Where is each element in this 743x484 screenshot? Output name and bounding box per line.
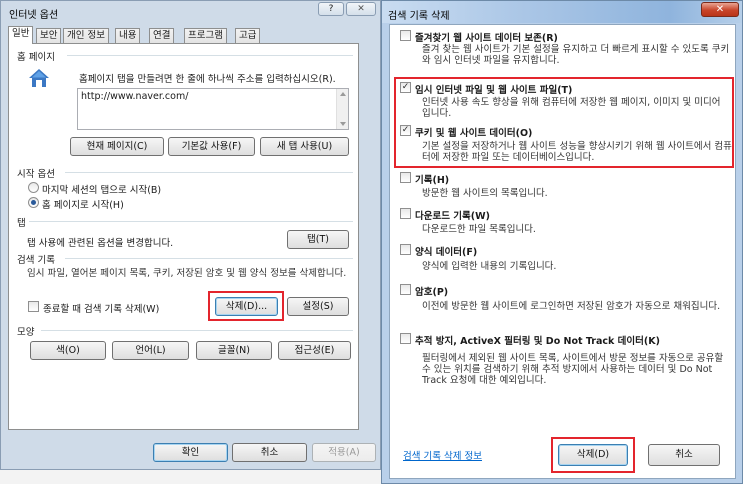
help-icon: ?	[328, 4, 334, 14]
dialog-title: 검색 기록 삭제	[388, 11, 450, 22]
form-data-description: 양식에 입력한 내용의 기록입니다.	[422, 261, 557, 272]
download-history-checkbox[interactable]	[400, 208, 411, 219]
tab-privacy[interactable]: 개인 정보	[63, 28, 109, 43]
start-with-home-radio[interactable]	[28, 197, 39, 208]
delete-on-exit-label[interactable]: 종료할 때 검색 기록 삭제(W)	[43, 301, 159, 315]
delete-on-exit-checkbox[interactable]	[28, 301, 39, 312]
dialog-title: 인터넷 옵션	[9, 10, 59, 21]
form-data-checkbox[interactable]	[400, 244, 411, 255]
tab-advanced[interactable]: 고급	[235, 28, 261, 43]
tab-content[interactable]: 내용	[115, 28, 141, 43]
passwords-checkbox[interactable]	[400, 284, 411, 295]
home-icon	[28, 68, 50, 88]
download-history-description: 다운로드한 파일 목록입니다.	[422, 224, 536, 235]
start-with-last-session-radio[interactable]	[28, 182, 39, 193]
tab-general[interactable]: 일반	[8, 26, 34, 44]
passwords-title[interactable]: 암호(P)	[415, 284, 448, 298]
home-group-rule	[67, 55, 353, 56]
tracking-protection-title[interactable]: 추적 방지, ActiveX 필터링 및 Do Not Track 데이터(K)	[415, 333, 660, 347]
use-new-tab-button[interactable]: 새 탭 사용(U)	[260, 137, 349, 156]
start-with-home-label[interactable]: 홈 페이지로 시작(H)	[42, 197, 124, 211]
startup-group-label: 시작 옵션	[17, 169, 55, 180]
appearance-group-rule	[41, 330, 353, 331]
start-with-last-session-label[interactable]: 마지막 세션의 탭으로 시작(B)	[42, 182, 161, 196]
delete-button-highlight	[551, 437, 635, 473]
history-description: 임시 파일, 열어본 페이지 목록, 쿠키, 저장된 암호 및 웹 양식 정보를…	[27, 268, 347, 279]
use-default-button[interactable]: 기본값 사용(F)	[168, 137, 255, 156]
home-page-group-label: 홈 페이지	[17, 52, 55, 63]
history-title[interactable]: 기록(H)	[415, 172, 449, 186]
history-settings-button[interactable]: 설정(S)	[287, 297, 349, 316]
history-description: 방문한 웹 사이트의 목록입니다.	[422, 188, 548, 199]
tabs-group-label: 탭	[17, 218, 26, 229]
scroll-down-icon[interactable]	[340, 122, 346, 126]
close-icon: ✕	[715, 4, 725, 15]
internet-options-dialog: 인터넷 옵션 ? ✕ 일반 보안 개인 정보 내용 연결 프로그램 고급 홈 페…	[0, 0, 381, 470]
tracking-protection-checkbox[interactable]	[400, 333, 411, 344]
close-icon: ✕	[357, 4, 365, 14]
cancel-button[interactable]: 취소	[648, 444, 720, 466]
selected-items-highlight	[394, 77, 734, 168]
about-delete-history-link[interactable]: 검색 기록 삭제 정보	[403, 448, 482, 462]
tab-connections[interactable]: 연결	[149, 28, 175, 43]
dialog-content: 즐겨찾기 웹 사이트 데이터 보존(R) 즐겨 찾는 웹 사이트가 기본 설정을…	[389, 24, 736, 479]
close-button[interactable]: ✕	[346, 2, 376, 16]
history-group-label: 검색 기록	[17, 255, 55, 266]
startup-group-rule	[65, 172, 353, 173]
history-group-rule	[65, 258, 353, 259]
general-tab-page: 홈 페이지 홈페이지 탭을 만들려면 한 줄에 하나씩 주소를 입력하십시오(R…	[8, 43, 359, 430]
download-history-title[interactable]: 다운로드 기록(W)	[415, 208, 490, 222]
passwords-description: 이전에 방문한 웹 사이트에 로그인하면 저장된 암호가 자동으로 채워집니다.	[422, 301, 721, 312]
apply-button[interactable]: 적용(A)	[312, 443, 376, 462]
preserve-favorites-checkbox[interactable]	[400, 30, 411, 41]
radio-selected-dot	[31, 200, 36, 205]
tabs-description: 탭 사용에 관련된 옵션을 변경합니다.	[27, 238, 174, 249]
history-checkbox[interactable]	[400, 172, 411, 183]
help-button[interactable]: ?	[318, 2, 344, 16]
tab-security[interactable]: 보안	[36, 28, 62, 43]
tab-programs[interactable]: 프로그램	[184, 28, 227, 43]
delete-button-highlight	[208, 291, 284, 321]
scroll-up-icon[interactable]	[340, 92, 346, 96]
colors-button[interactable]: 색(O)	[30, 341, 106, 360]
preserve-favorites-title[interactable]: 즐겨찾기 웹 사이트 데이터 보존(R)	[415, 30, 558, 44]
appearance-group-label: 모양	[17, 327, 35, 338]
close-button[interactable]: ✕	[701, 2, 739, 17]
form-data-title[interactable]: 양식 데이터(F)	[415, 244, 477, 258]
cancel-button[interactable]: 취소	[232, 443, 307, 462]
fonts-button[interactable]: 글꼴(N)	[196, 341, 272, 360]
languages-button[interactable]: 언어(L)	[112, 341, 189, 360]
tabs-group-rule	[29, 221, 353, 222]
accessibility-button[interactable]: 접근성(E)	[278, 341, 351, 360]
home-page-description: 홈페이지 탭을 만들려면 한 줄에 하나씩 주소를 입력하십시오(R).	[79, 74, 336, 85]
tracking-protection-description: 필터링에서 제외된 웹 사이트 목록, 사이트에서 방문 정보를 자동으로 공유…	[422, 353, 724, 386]
home-page-url-textarea[interactable]: http://www.naver.com/	[77, 88, 349, 130]
home-page-url: http://www.naver.com/	[81, 91, 189, 102]
delete-history-dialog: 검색 기록 삭제 ✕ 즐겨찾기 웹 사이트 데이터 보존(R) 즐겨 찾는 웹 …	[381, 0, 743, 484]
use-current-button[interactable]: 현재 페이지(C)	[70, 137, 164, 156]
preserve-favorites-description: 즐겨 찾는 웹 사이트가 기본 설정을 유지하고 더 빠르게 표시할 수 있도록…	[422, 44, 730, 66]
ok-button[interactable]: 확인	[153, 443, 228, 462]
tabs-settings-button[interactable]: 탭(T)	[287, 230, 349, 249]
textarea-scrollbar[interactable]	[336, 89, 348, 129]
